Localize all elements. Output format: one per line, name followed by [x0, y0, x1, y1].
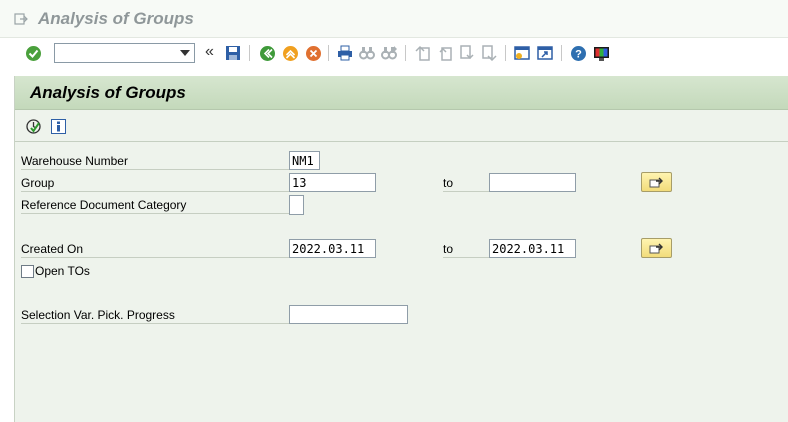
save-icon[interactable] — [224, 44, 242, 62]
created-on-label: Created On — [21, 240, 291, 258]
enter-icon[interactable] — [24, 44, 42, 62]
toolbar-separator — [405, 45, 406, 61]
warehouse-number-input[interactable] — [290, 152, 319, 169]
created-on-to-label: to — [443, 240, 489, 258]
open-tos-checkbox[interactable] — [21, 265, 34, 278]
last-page-icon[interactable] — [480, 44, 498, 62]
find-next-icon[interactable] — [380, 44, 398, 62]
help-icon[interactable]: ? — [569, 44, 587, 62]
selection-var-pick-progress-label: Selection Var. Pick. Progress — [21, 306, 291, 324]
command-field[interactable] — [54, 43, 195, 63]
group-multiple-selection-button[interactable] — [641, 172, 672, 192]
previous-page-icon[interactable] — [436, 44, 454, 62]
selection-var-pick-progress-input[interactable] — [290, 306, 407, 323]
window-title: Analysis of Groups — [38, 9, 194, 28]
chevron-down-icon[interactable] — [178, 46, 192, 60]
group-to-label: to — [443, 174, 489, 192]
toolbar-separator — [328, 45, 329, 61]
group-to-input[interactable] — [490, 174, 575, 191]
application-toolbar — [15, 110, 788, 142]
svg-text:?: ? — [575, 48, 582, 60]
find-icon[interactable] — [358, 44, 376, 62]
created-on-to-field[interactable] — [489, 239, 576, 258]
warehouse-number-field[interactable] — [289, 151, 320, 170]
execute-icon[interactable] — [24, 117, 42, 135]
cancel-icon[interactable] — [304, 44, 322, 62]
first-page-icon[interactable] — [414, 44, 432, 62]
open-tos-label: Open TOs — [35, 264, 90, 278]
next-page-icon[interactable] — [458, 44, 476, 62]
created-on-to-input[interactable] — [490, 240, 575, 257]
toolbar-separator — [561, 45, 562, 61]
exit-icon[interactable] — [281, 44, 299, 62]
created-on-from-field[interactable] — [289, 239, 376, 258]
toolbar-separator — [505, 45, 506, 61]
title-bar: Analysis of Groups — [0, 0, 788, 38]
created-on-from-input[interactable] — [290, 240, 375, 257]
command-input[interactable] — [55, 44, 175, 62]
group-label: Group — [21, 174, 291, 192]
group-from-field[interactable] — [289, 173, 376, 192]
reference-doc-category-input[interactable] — [290, 196, 303, 213]
menu-exit-icon[interactable] — [14, 12, 28, 26]
page-title: Analysis of Groups — [30, 83, 186, 102]
toolbar-separator — [249, 45, 250, 61]
back-icon[interactable] — [258, 44, 276, 62]
reference-doc-category-label: Reference Document Category — [21, 196, 291, 214]
print-icon[interactable] — [336, 44, 354, 62]
new-session-icon[interactable] — [513, 44, 531, 62]
system-toolbar: « ? — [0, 38, 788, 68]
selection-var-pick-progress-field[interactable] — [289, 305, 408, 324]
warehouse-number-label: Warehouse Number — [21, 152, 291, 170]
reference-doc-category-field[interactable] — [289, 195, 304, 215]
group-to-field[interactable] — [489, 173, 576, 192]
screen-header: Analysis of Groups — [15, 76, 788, 110]
shortcut-icon[interactable] — [536, 44, 554, 62]
created-on-multiple-selection-button[interactable] — [641, 238, 672, 258]
info-icon[interactable] — [49, 117, 67, 135]
content-frame: Analysis of Groups Warehouse Number Grou… — [14, 76, 788, 422]
collapse-icon[interactable]: « — [205, 43, 214, 61]
group-from-input[interactable] — [290, 174, 375, 191]
customize-layout-icon[interactable] — [592, 44, 610, 62]
